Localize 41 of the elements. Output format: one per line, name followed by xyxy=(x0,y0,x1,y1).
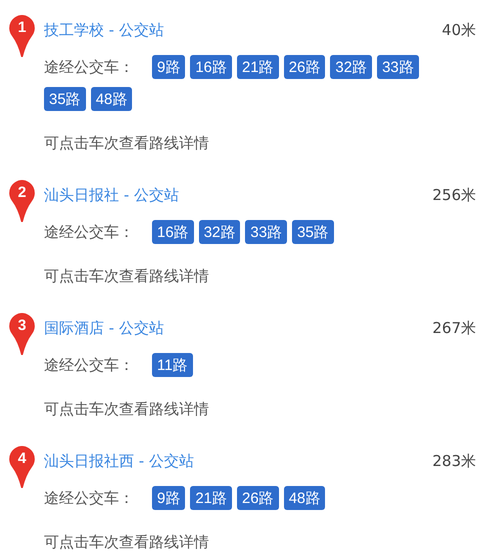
route-button[interactable]: 32路 xyxy=(198,220,240,244)
hint-text: 可点击车次查看路线详情 xyxy=(44,399,210,420)
hint-text: 可点击车次查看路线详情 xyxy=(44,133,210,154)
route-button[interactable]: 48路 xyxy=(90,87,132,111)
route-button[interactable]: 35路 xyxy=(44,87,86,111)
route-button[interactable]: 33路 xyxy=(377,55,419,79)
route-button[interactable]: 26路 xyxy=(284,55,326,79)
distance-text: 40米 xyxy=(442,20,476,40)
stop-link[interactable]: 国际酒店 - 公交站 xyxy=(44,318,164,338)
pin-number: 2 xyxy=(16,183,28,203)
route-button[interactable]: 16路 xyxy=(152,220,194,244)
stop-link[interactable]: 汕头日报社 - 公交站 xyxy=(44,186,179,204)
map-pin-icon xyxy=(8,179,36,223)
stop-link[interactable]: 技工学校 - 公交站 xyxy=(44,20,164,40)
route-button[interactable]: 33路 xyxy=(245,220,288,244)
route-button[interactable]: 21路 xyxy=(190,486,232,510)
hint-text: 可点击车次查看路线详情 xyxy=(44,532,210,553)
route-button[interactable]: 32路 xyxy=(330,55,372,79)
route-button[interactable]: 48路 xyxy=(284,486,326,510)
stop-link[interactable]: 汕头日报社西 - 公交站 xyxy=(44,452,194,470)
distance-text: 283米 xyxy=(432,452,476,470)
route-button[interactable]: 26路 xyxy=(237,486,279,510)
route-button[interactable]: 9路 xyxy=(152,486,186,510)
distance-text: 267米 xyxy=(432,318,476,338)
routes-label: 途经公交车： xyxy=(44,488,135,509)
route-button[interactable]: 35路 xyxy=(292,220,334,244)
map-pin-icon xyxy=(8,14,36,58)
map-pin-icon xyxy=(8,312,36,356)
route-button[interactable]: 16路 xyxy=(190,55,232,79)
distance-text: 256米 xyxy=(432,186,476,204)
route-button[interactable]: 11路 xyxy=(152,353,193,377)
routes-label: 途经公交车： xyxy=(44,355,135,376)
pin-number: 1 xyxy=(16,18,28,38)
hint-text: 可点击车次查看路线详情 xyxy=(44,266,210,287)
route-button[interactable]: 9路 xyxy=(152,55,186,79)
pin-number: 3 xyxy=(16,316,28,336)
route-button[interactable]: 21路 xyxy=(237,55,279,79)
map-pin-icon xyxy=(8,445,36,489)
pin-number: 4 xyxy=(16,449,28,469)
routes-label: 途经公交车： xyxy=(44,222,135,243)
routes-label: 途经公交车： xyxy=(44,57,135,78)
